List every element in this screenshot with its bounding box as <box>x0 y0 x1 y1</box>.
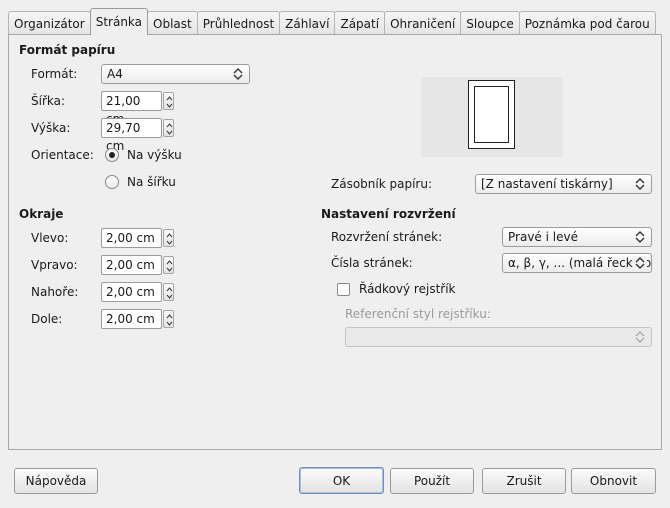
updown-arrows-icon <box>233 68 243 80</box>
margin-top-spin-buttons[interactable] <box>163 283 174 301</box>
margin-right-label: Vpravo: <box>31 258 78 272</box>
paper-tray-value: [Z nastavení tiskárny] <box>481 177 613 191</box>
updown-arrows-icon <box>635 231 645 243</box>
cancel-button[interactable]: Zrušit <box>482 468 566 494</box>
register-true-label[interactable]: Řádkový rejstřík <box>359 282 456 296</box>
width-input[interactable]: 21,00 cm <box>101 91 162 126</box>
page-numbers-select[interactable]: α, β, γ, ... (malá řecká písmena) <box>502 253 652 273</box>
landscape-label[interactable]: Na šířku <box>127 175 176 189</box>
preview-text-area <box>474 86 509 143</box>
paper-format-heading: Formát papíru <box>19 43 116 57</box>
ref-style-label: Referenční styl rejstříku: <box>345 307 491 321</box>
paper-tray-label: Zásobník papíru: <box>331 177 432 191</box>
ok-button[interactable]: OK <box>299 467 384 494</box>
tab-panel-page: Formát papíru Formát: A4 Šířka: 21,00 cm… <box>8 34 662 450</box>
margin-bottom-spin-buttons[interactable] <box>163 310 174 328</box>
updown-arrows-icon <box>633 256 647 270</box>
margin-bottom-spinner[interactable]: 2,00 cm <box>101 309 176 329</box>
page-layout-label: Rozvržení stránek: <box>331 230 443 244</box>
orientation-label: Orientace: <box>31 148 94 162</box>
format-label: Formát: <box>31 67 78 81</box>
margin-top-input[interactable]: 2,00 cm <box>101 282 162 302</box>
margin-left-spin-buttons[interactable] <box>163 229 174 247</box>
tab-footnote[interactable]: Poznámka pod čarou <box>518 11 656 35</box>
height-spin-buttons[interactable] <box>163 119 174 137</box>
page-numbers-value: α, β, γ, ... (malá řecká písmena) <box>508 256 652 270</box>
updown-arrows-icon <box>635 331 645 343</box>
margin-top-spinner[interactable]: 2,00 cm <box>101 282 176 302</box>
margin-right-spinner[interactable]: 2,00 cm <box>101 255 176 275</box>
width-spin-buttons[interactable] <box>163 92 174 110</box>
spin-arrows-icon <box>166 96 173 108</box>
tab-organizer[interactable]: Organizátor <box>8 11 91 35</box>
width-label: Šířka: <box>31 94 66 108</box>
tab-transparency[interactable]: Průhlednost <box>196 11 281 35</box>
portrait-radio[interactable] <box>105 148 119 162</box>
page-layout-select[interactable]: Pravé i levé <box>502 227 652 247</box>
margins-heading: Okraje <box>19 207 64 221</box>
landscape-radio[interactable] <box>105 175 119 189</box>
format-select-value: A4 <box>107 67 123 81</box>
tab-bar: Organizátor Stránka Oblast Průhlednost Z… <box>8 8 656 35</box>
tab-footer[interactable]: Zápatí <box>334 11 386 35</box>
page-numbers-label: Čísla stránek: <box>331 256 413 270</box>
tab-borders[interactable]: Ohraničení <box>384 11 462 35</box>
ref-style-select[interactable] <box>345 327 652 347</box>
reset-button[interactable]: Obnovit <box>571 468 656 494</box>
apply-button[interactable]: Použít <box>390 468 474 494</box>
tab-area[interactable]: Oblast <box>147 11 198 35</box>
spin-arrows-icon <box>166 314 173 326</box>
register-true-checkbox[interactable] <box>337 283 350 296</box>
spin-arrows-icon <box>166 260 173 272</box>
paper-tray-select[interactable]: [Z nastavení tiskárny] <box>475 174 652 194</box>
tab-columns[interactable]: Sloupce <box>460 11 520 35</box>
portrait-label[interactable]: Na výšku <box>127 148 182 162</box>
spin-arrows-icon <box>166 123 173 135</box>
help-button[interactable]: Nápověda <box>14 468 98 494</box>
height-input[interactable]: 29,70 cm <box>101 118 162 153</box>
spin-arrows-icon <box>166 287 173 299</box>
updown-arrows-icon <box>635 178 645 190</box>
margin-right-spin-buttons[interactable] <box>163 256 174 274</box>
preview-page <box>468 80 515 149</box>
layout-settings-heading: Nastavení rozvržení <box>321 207 456 221</box>
format-select[interactable]: A4 <box>101 64 250 84</box>
margin-bottom-label: Dole: <box>31 312 63 326</box>
margin-left-spinner[interactable]: 2,00 cm <box>101 228 176 248</box>
height-label: Výška: <box>31 121 71 135</box>
page-layout-value: Pravé i levé <box>508 230 578 244</box>
margin-left-label: Vlevo: <box>31 231 69 245</box>
margin-right-input[interactable]: 2,00 cm <box>101 255 162 275</box>
width-spinner[interactable]: 21,00 cm <box>101 91 176 126</box>
page-preview <box>421 77 563 157</box>
tab-header[interactable]: Záhlaví <box>279 11 336 35</box>
margin-top-label: Nahoře: <box>31 285 79 299</box>
tab-page[interactable]: Stránka <box>89 8 149 35</box>
margin-bottom-input[interactable]: 2,00 cm <box>101 309 162 329</box>
height-spinner[interactable]: 29,70 cm <box>101 118 176 153</box>
spin-arrows-icon <box>166 233 173 245</box>
margin-left-input[interactable]: 2,00 cm <box>101 228 162 248</box>
